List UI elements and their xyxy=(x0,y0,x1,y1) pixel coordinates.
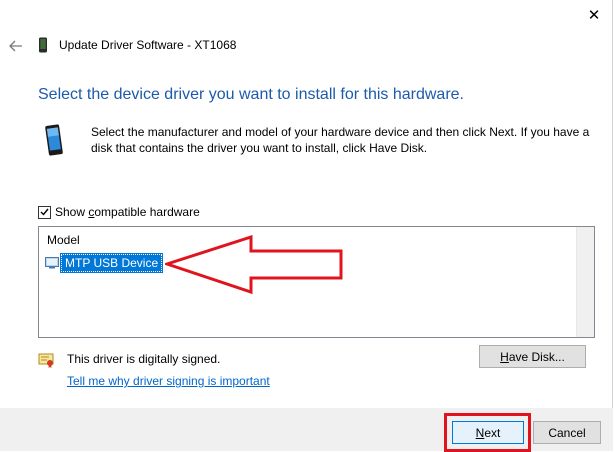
close-button[interactable]: ✕ xyxy=(574,0,614,30)
list-item[interactable]: MTP USB Device xyxy=(45,253,164,273)
dialog-title: Update Driver Software - XT1068 xyxy=(59,38,237,52)
annotation-arrow xyxy=(165,235,343,295)
model-item-label: MTP USB Device xyxy=(59,253,164,273)
model-column-header: Model xyxy=(47,233,80,247)
instructions-text: Select the manufacturer and model of you… xyxy=(91,125,590,155)
next-button[interactable]: Next xyxy=(452,421,524,444)
phone-device-icon xyxy=(45,124,63,156)
certificate-icon xyxy=(38,353,54,368)
back-button[interactable] xyxy=(6,36,26,56)
checkmark-icon xyxy=(40,208,49,216)
phone-small-icon xyxy=(39,37,47,53)
page-heading: Select the device driver you want to ins… xyxy=(38,86,464,103)
close-icon: ✕ xyxy=(587,7,601,24)
have-disk-button[interactable]: Have Disk... xyxy=(479,345,586,368)
cancel-button[interactable]: Cancel xyxy=(533,421,601,444)
signing-status-text: This driver is digitally signed. xyxy=(67,352,221,366)
driver-signing-link[interactable]: Tell me why driver signing is important xyxy=(67,374,270,388)
listbox-scrollbar[interactable] xyxy=(576,227,594,337)
device-monitor-icon xyxy=(45,257,59,269)
back-arrow-icon xyxy=(9,40,22,52)
checkbox-box[interactable] xyxy=(38,205,51,219)
show-compatible-checkbox[interactable]: Show compatible hardware xyxy=(38,205,200,219)
show-compatible-label: Show compatible hardware xyxy=(55,205,200,219)
